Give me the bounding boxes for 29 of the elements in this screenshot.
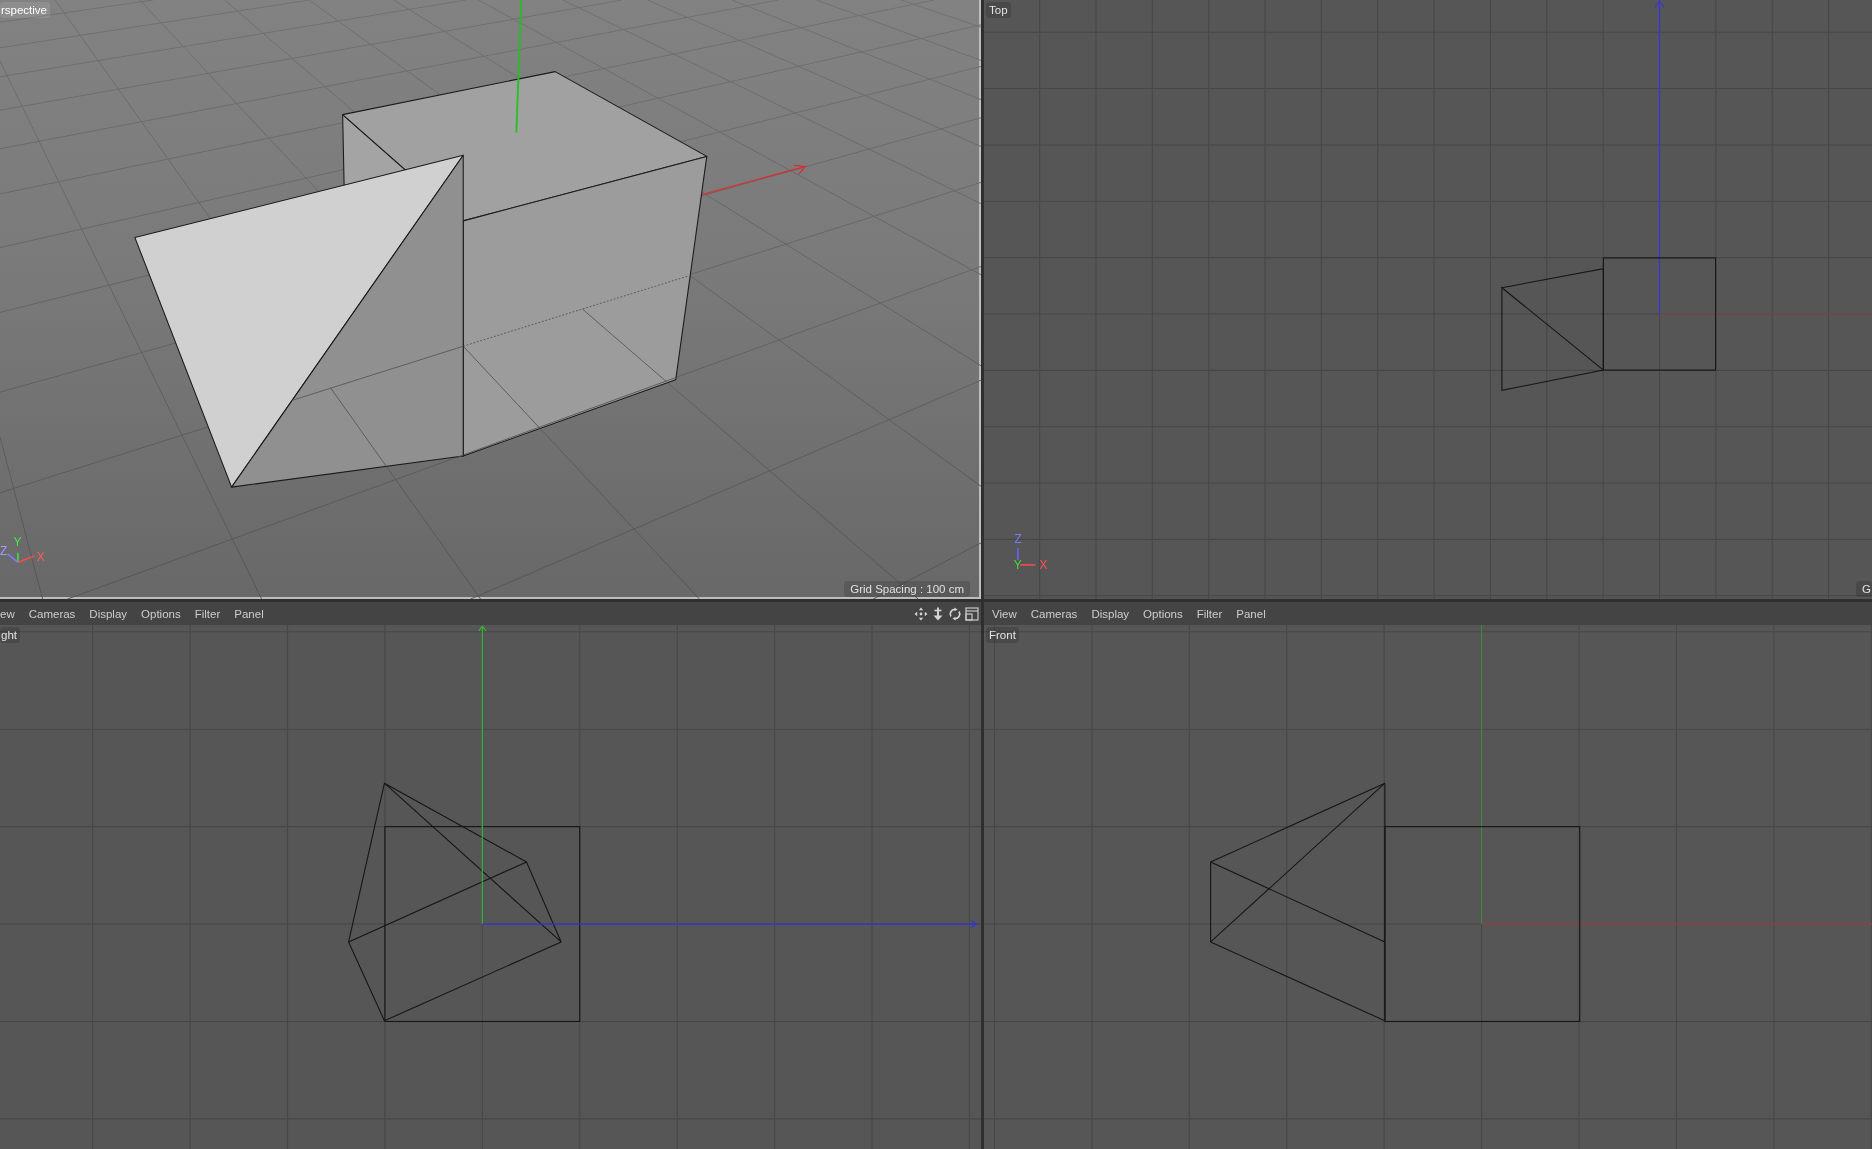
axis-label: X [1039,558,1048,573]
viewport-label: Top [986,2,1011,18]
viewport-label: Front [986,627,1019,643]
rotate-icon[interactable] [948,606,962,621]
menu-item[interactable]: Panel [1236,606,1266,621]
menu-item[interactable]: Display [89,606,128,621]
grid-spacing-label: Grid Spacing : 100 cm [844,581,970,597]
menu-item[interactable]: View [992,606,1017,621]
axis-label: Z [1014,532,1022,547]
menu-item[interactable]: Filter [1196,606,1223,621]
axis-label: Y [1013,558,1022,573]
axis-label: Y [13,534,22,549]
menu-item[interactable]: Panel [234,606,264,621]
viewport-label: rspective [0,2,51,18]
axis-label: X [36,550,45,565]
menu-item[interactable]: Filter [194,606,221,621]
down-arrow-icon[interactable] [931,606,945,621]
menu-item[interactable]: Options [1143,606,1183,621]
menu-item[interactable]: Cameras [28,606,76,621]
menu-item[interactable]: Display [1091,606,1130,621]
viewport-label: ght [0,627,20,643]
grid-spacing-label: G [1856,581,1872,597]
menu-item[interactable]: Cameras [1030,606,1078,621]
move-icon[interactable] [914,606,928,621]
axis-label: Z [0,543,8,558]
axis-gizmo-icon [6,552,36,564]
menu-item[interactable]: ew [0,606,15,621]
menu-item[interactable]: Options [141,606,181,621]
window-icon[interactable] [965,606,979,621]
